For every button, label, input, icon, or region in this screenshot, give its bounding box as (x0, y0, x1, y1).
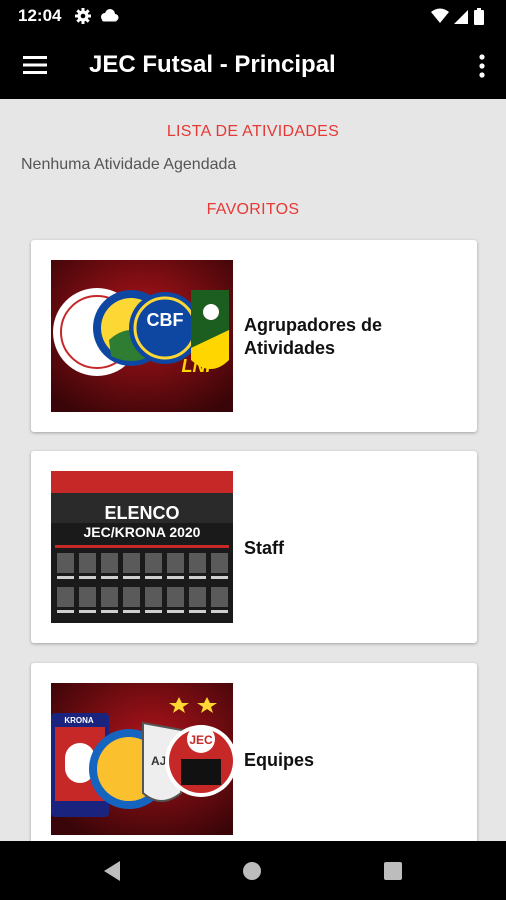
thumb-krona-text: KRONA (64, 716, 94, 725)
recents-icon[interactable] (384, 862, 402, 885)
wifi-icon (431, 8, 449, 23)
activities-empty-text: Nenhuma Atividade Agendada (21, 156, 237, 173)
thumb-elenco-text: ELENCO (104, 503, 179, 523)
navigation-bar (0, 841, 506, 900)
thumb-cbf-text: CBF (147, 310, 184, 330)
thumb-jec-text: JEC (189, 733, 213, 747)
favorite-card-equipes[interactable]: KRONA AJH JEC Equipes (31, 663, 477, 841)
thumb-lnf-text: LNF (182, 356, 218, 376)
favorite-card-staff[interactable]: ELENCO JEC/KRONA 2020 Staff (31, 451, 477, 643)
agrupadores-thumbnail: CBF LNF (51, 260, 233, 412)
favorite-label-staff: Staff (244, 538, 284, 558)
gear-icon (75, 8, 91, 24)
back-icon[interactable] (102, 860, 122, 887)
cloud-icon (101, 9, 119, 22)
favorite-label-equipes: Equipes (244, 750, 315, 770)
favorites-heading: FAVORITOS (206, 201, 300, 218)
favorite-label-agrupadores: Agrupadores de Atividades (244, 315, 383, 358)
status-bar: 12:04 (0, 0, 506, 33)
app-bar: JEC Futsal - Principal (0, 33, 506, 99)
signal-icon (454, 10, 468, 24)
main-content[interactable]: LISTA DE ATIVIDADES Nenhuma Atividade Ag… (0, 99, 506, 841)
status-left-icons (74, 7, 124, 25)
activities-heading: LISTA DE ATIVIDADES (166, 123, 340, 140)
favorite-card-agrupadores[interactable]: CBF LNF Agrupadores de Atividades (31, 240, 477, 432)
battery-icon (474, 8, 484, 25)
equipes-thumbnail: KRONA AJH JEC (51, 683, 233, 835)
home-icon[interactable] (242, 861, 262, 886)
menu-icon[interactable] (23, 55, 47, 75)
staff-thumbnail: ELENCO JEC/KRONA 2020 (51, 471, 233, 623)
thumb-jec-krona-text: JEC/KRONA 2020 (84, 524, 201, 540)
more-vert-icon[interactable] (478, 53, 486, 79)
status-time: 12:04 (18, 6, 62, 25)
app-title: JEC Futsal - Principal (89, 51, 336, 78)
status-right-icons (430, 7, 492, 25)
